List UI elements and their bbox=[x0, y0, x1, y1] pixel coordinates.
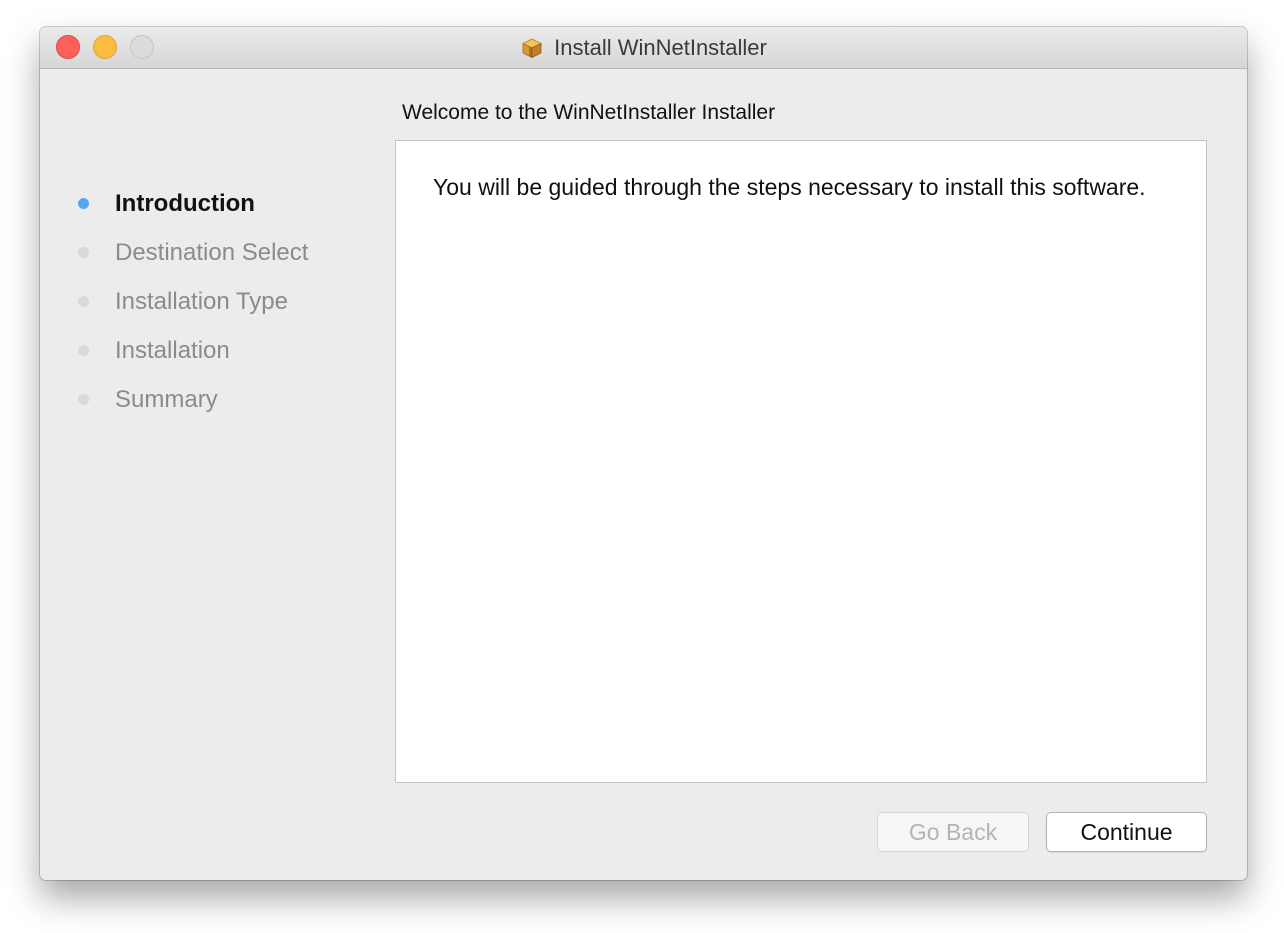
sidebar-step-label: Destination Select bbox=[115, 238, 309, 266]
steps-sidebar: Introduction Destination Select Installa… bbox=[78, 179, 378, 424]
content-panel: You will be guided through the steps nec… bbox=[395, 140, 1207, 783]
sidebar-step-label: Installation bbox=[115, 336, 230, 364]
continue-button[interactable]: Continue bbox=[1046, 812, 1207, 852]
package-icon bbox=[520, 36, 544, 60]
sidebar-step-summary: Summary bbox=[78, 375, 378, 424]
sidebar-step-label: Installation Type bbox=[115, 287, 289, 315]
sidebar-step-installation-type: Installation Type bbox=[78, 277, 378, 326]
step-indicator bbox=[78, 394, 89, 405]
sidebar-step-installation: Installation bbox=[78, 326, 378, 375]
step-indicator bbox=[78, 296, 89, 307]
sidebar-step-label: Introduction bbox=[115, 189, 255, 217]
title-bar[interactable]: Install WinNetInstaller bbox=[40, 27, 1247, 69]
window-title: Install WinNetInstaller bbox=[554, 35, 767, 60]
sidebar-step-destination-select: Destination Select bbox=[78, 228, 378, 277]
window-title-group: Install WinNetInstaller bbox=[40, 27, 1247, 69]
page-heading: Welcome to the WinNetInstaller Installer bbox=[402, 101, 776, 124]
installer-window: Install WinNetInstaller Welcome to the W… bbox=[40, 27, 1247, 880]
go-back-button[interactable]: Go Back bbox=[877, 812, 1029, 852]
intro-text: You will be guided through the steps nec… bbox=[433, 174, 1146, 200]
step-indicator bbox=[78, 345, 89, 356]
active-step-indicator bbox=[78, 198, 89, 209]
sidebar-step-label: Summary bbox=[115, 385, 218, 413]
step-indicator bbox=[78, 247, 89, 258]
sidebar-step-introduction: Introduction bbox=[78, 179, 378, 228]
